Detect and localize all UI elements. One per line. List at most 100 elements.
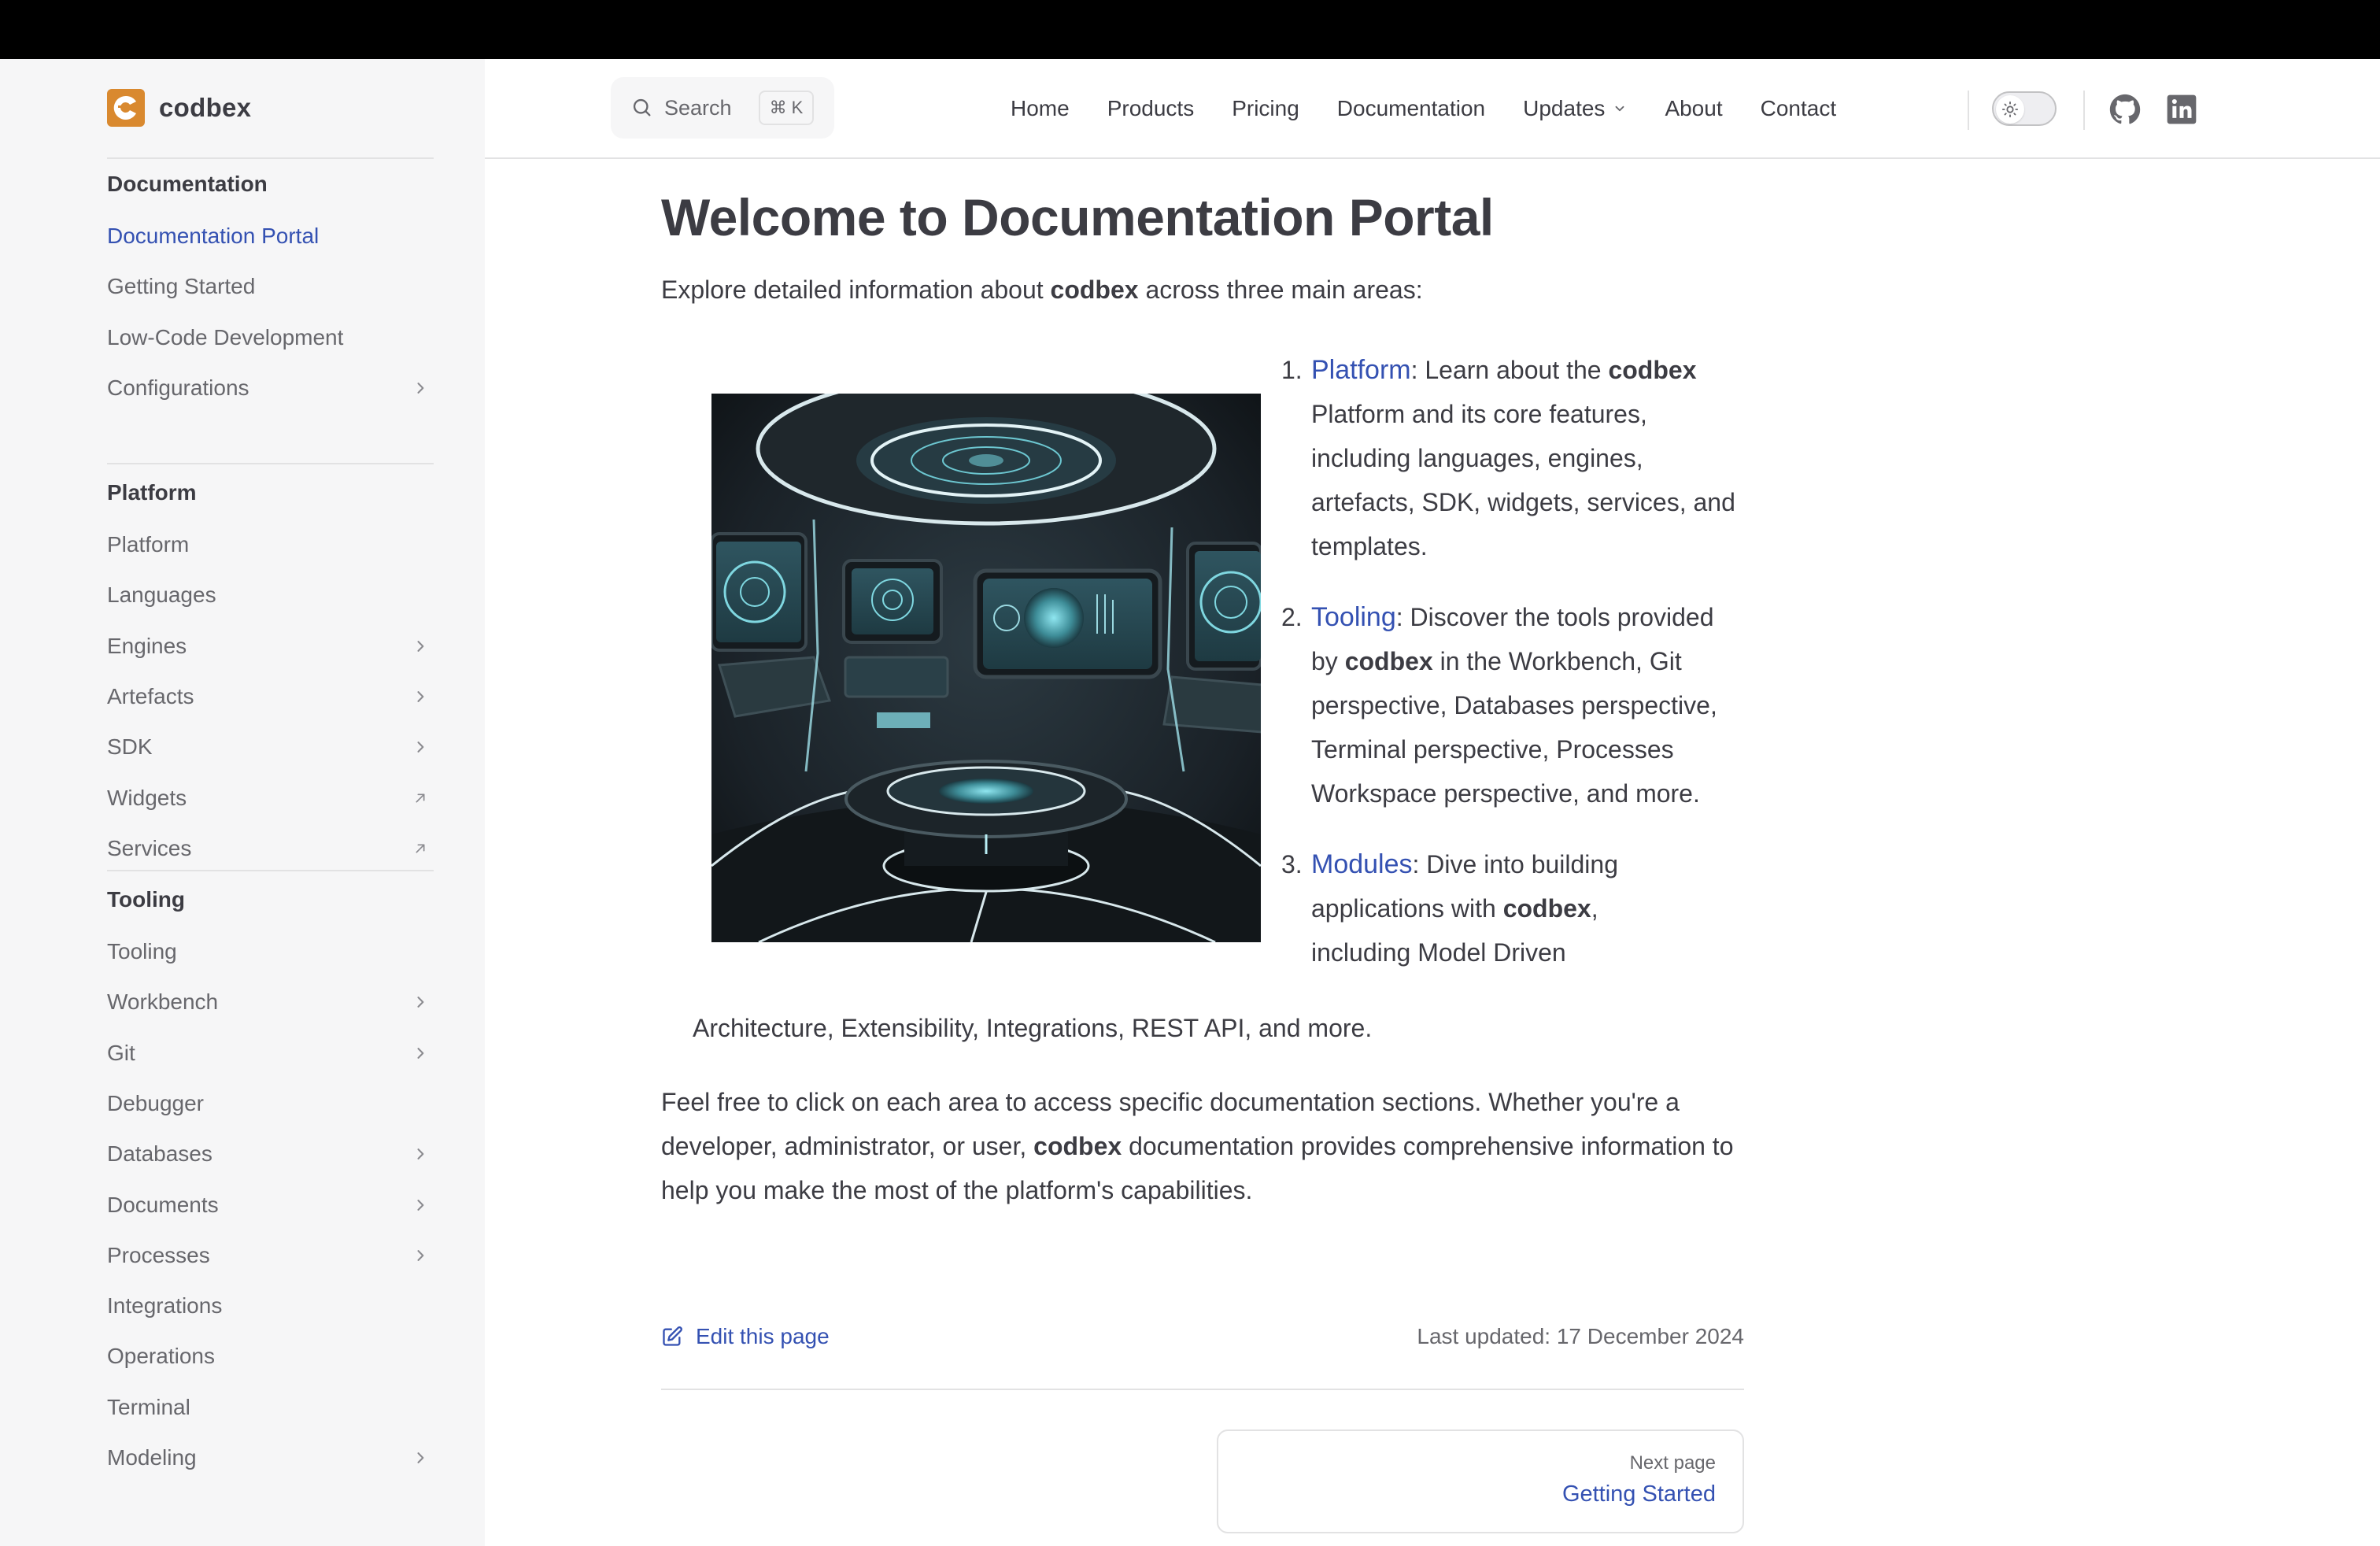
tooling-link[interactable]: Tooling	[1311, 602, 1396, 632]
modules-link[interactable]: Modules	[1311, 849, 1413, 879]
sidebar-item-label: Workbench	[107, 989, 219, 1015]
sidebar-group-title: Documentation	[107, 172, 268, 196]
nav-divider	[1968, 91, 1969, 130]
sidebar-item-debugger[interactable]: Debugger	[107, 1084, 434, 1123]
sidebar-item-git[interactable]: Git	[107, 1034, 434, 1073]
list-brand: codbex	[1608, 356, 1697, 384]
sidebar-item-configurations[interactable]: Configurations	[107, 368, 434, 408]
list-number: 1.	[1281, 356, 1303, 384]
sidebar-item-sdk[interactable]: SDK	[107, 727, 434, 767]
sidebar-item-languages[interactable]: Languages	[107, 575, 434, 615]
list-number: 2.	[1281, 603, 1303, 631]
sidebar-group-title: Platform	[107, 480, 197, 505]
sidebar-item-workbench[interactable]: Workbench	[107, 982, 434, 1022]
sidebar-item-widgets[interactable]: Widgets	[107, 779, 434, 818]
nav-updates-label: Updates	[1523, 95, 1606, 120]
search-shortcut: ⌘ K	[758, 91, 815, 125]
sidebar-item-terminal[interactable]: Terminal	[107, 1388, 434, 1427]
window-top-bar	[0, 0, 2380, 59]
list-item-continuation: Architecture, Extensibility, Integration…	[693, 1014, 1373, 1042]
external-link-icon	[412, 840, 429, 857]
sidebar-item-operations[interactable]: Operations	[107, 1337, 434, 1376]
sidebar-item-label: Modeling	[107, 1445, 197, 1470]
sun-icon	[2001, 101, 2019, 118]
page-title: Welcome to Documentation Portal	[661, 188, 1494, 246]
sidebar-item-label: Low-Code Development	[107, 324, 344, 350]
chevron-right-icon[interactable]	[412, 738, 429, 756]
next-page-title: Getting Started	[1561, 1481, 1716, 1507]
nav-updates[interactable]: Updates	[1523, 96, 1627, 121]
search-label: Search	[664, 95, 732, 120]
sidebar-divider	[107, 463, 434, 464]
sidebar-item-label: Widgets	[107, 785, 187, 810]
sidebar-item-label: Languages	[107, 583, 216, 608]
chevron-right-icon[interactable]	[412, 1196, 429, 1214]
chevron-right-icon[interactable]	[412, 993, 429, 1011]
codbex-logo-icon	[107, 89, 145, 127]
chevron-right-icon[interactable]	[412, 379, 429, 397]
nav-home[interactable]: Home	[1011, 96, 1070, 121]
sidebar-item-platform[interactable]: Platform	[107, 525, 434, 564]
sidebar-item-label: Configurations	[107, 375, 249, 400]
chevron-right-icon[interactable]	[412, 1045, 429, 1062]
sidebar-item-engines[interactable]: Engines	[107, 627, 434, 666]
nav-contact[interactable]: Contact	[1761, 96, 1837, 121]
sidebar-item-services[interactable]: Services	[107, 829, 434, 868]
next-page-card[interactable]: Next page Getting Started	[1217, 1429, 1744, 1533]
theme-toggle[interactable]	[1992, 91, 2057, 126]
list-text: : Learn about the	[1410, 356, 1609, 384]
brand-name: codbex	[159, 93, 252, 122]
brand[interactable]: codbex	[107, 88, 251, 128]
list-brand: codbex	[1502, 894, 1591, 923]
chevron-right-icon[interactable]	[412, 638, 429, 655]
next-page-desc: Next page	[1629, 1452, 1716, 1474]
chevron-right-icon[interactable]	[412, 1145, 429, 1163]
chevron-right-icon[interactable]	[412, 1247, 429, 1264]
intro-paragraph: Explore detailed information about codbe…	[661, 276, 1423, 305]
list-number: 3.	[1281, 850, 1303, 878]
sidebar-item-label: Debugger	[107, 1090, 204, 1115]
sidebar-item-integrations[interactable]: Integrations	[107, 1286, 434, 1326]
chevron-right-icon[interactable]	[412, 688, 429, 705]
nav-products[interactable]: Products	[1107, 96, 1195, 121]
sidebar-item-label: Processes	[107, 1242, 210, 1267]
sidebar-item-processes[interactable]: Processes	[107, 1236, 434, 1275]
platform-link[interactable]: Platform	[1311, 355, 1411, 385]
sidebar-divider	[107, 157, 434, 159]
edit-page-label: Edit this page	[696, 1324, 830, 1348]
edit-page-link[interactable]: Edit this page	[661, 1324, 830, 1349]
sidebar-item-label: Terminal	[107, 1394, 190, 1419]
nav-documentation[interactable]: Documentation	[1337, 96, 1485, 121]
sidebar-item-label: Databases	[107, 1141, 213, 1167]
outro-brand: codbex	[1033, 1132, 1122, 1160]
sidebar-item-label: Integrations	[107, 1293, 223, 1319]
sidebar-item-databases[interactable]: Databases	[107, 1134, 434, 1174]
sidebar-item-label: Git	[107, 1040, 135, 1065]
list-brand: codbex	[1344, 647, 1433, 675]
areas-list: 1. Platform: Learn about the codbex Plat…	[1281, 348, 1747, 1001]
sidebar-item-low-code-development[interactable]: Low-Code Development	[107, 318, 434, 357]
chevron-right-icon[interactable]	[412, 1449, 429, 1466]
sidebar-item-label: Documents	[107, 1192, 219, 1217]
nav-pricing[interactable]: Pricing	[1232, 96, 1299, 121]
sidebar-item-documentation-portal[interactable]: Documentation Portal	[107, 216, 434, 256]
sidebar-item-label: Operations	[107, 1344, 215, 1369]
sidebar-item-tooling[interactable]: Tooling	[107, 932, 434, 971]
sidebar-item-getting-started[interactable]: Getting Started	[107, 267, 434, 306]
sidebar-item-documents[interactable]: Documents	[107, 1185, 434, 1225]
search-button[interactable]: Search ⌘ K	[611, 77, 834, 139]
sidebar-divider	[107, 870, 434, 871]
linkedin-link[interactable]	[2166, 94, 2197, 125]
nav-about[interactable]: About	[1665, 96, 1722, 121]
search-icon	[633, 98, 651, 117]
sidebar-item-label: Services	[107, 835, 192, 860]
hero-image	[710, 372, 1264, 944]
toggle-knob	[1996, 95, 2024, 124]
sidebar-item-label: Platform	[107, 532, 190, 557]
github-link[interactable]	[2109, 94, 2141, 125]
sidebar-item-artefacts[interactable]: Artefacts	[107, 677, 434, 716]
footer-divider	[661, 1389, 1744, 1390]
main-nav: Home Products Pricing Documentation Upda…	[1011, 59, 1874, 157]
intro-text: Explore detailed information about	[661, 276, 1051, 304]
sidebar-item-modeling[interactable]: Modeling	[107, 1438, 434, 1478]
